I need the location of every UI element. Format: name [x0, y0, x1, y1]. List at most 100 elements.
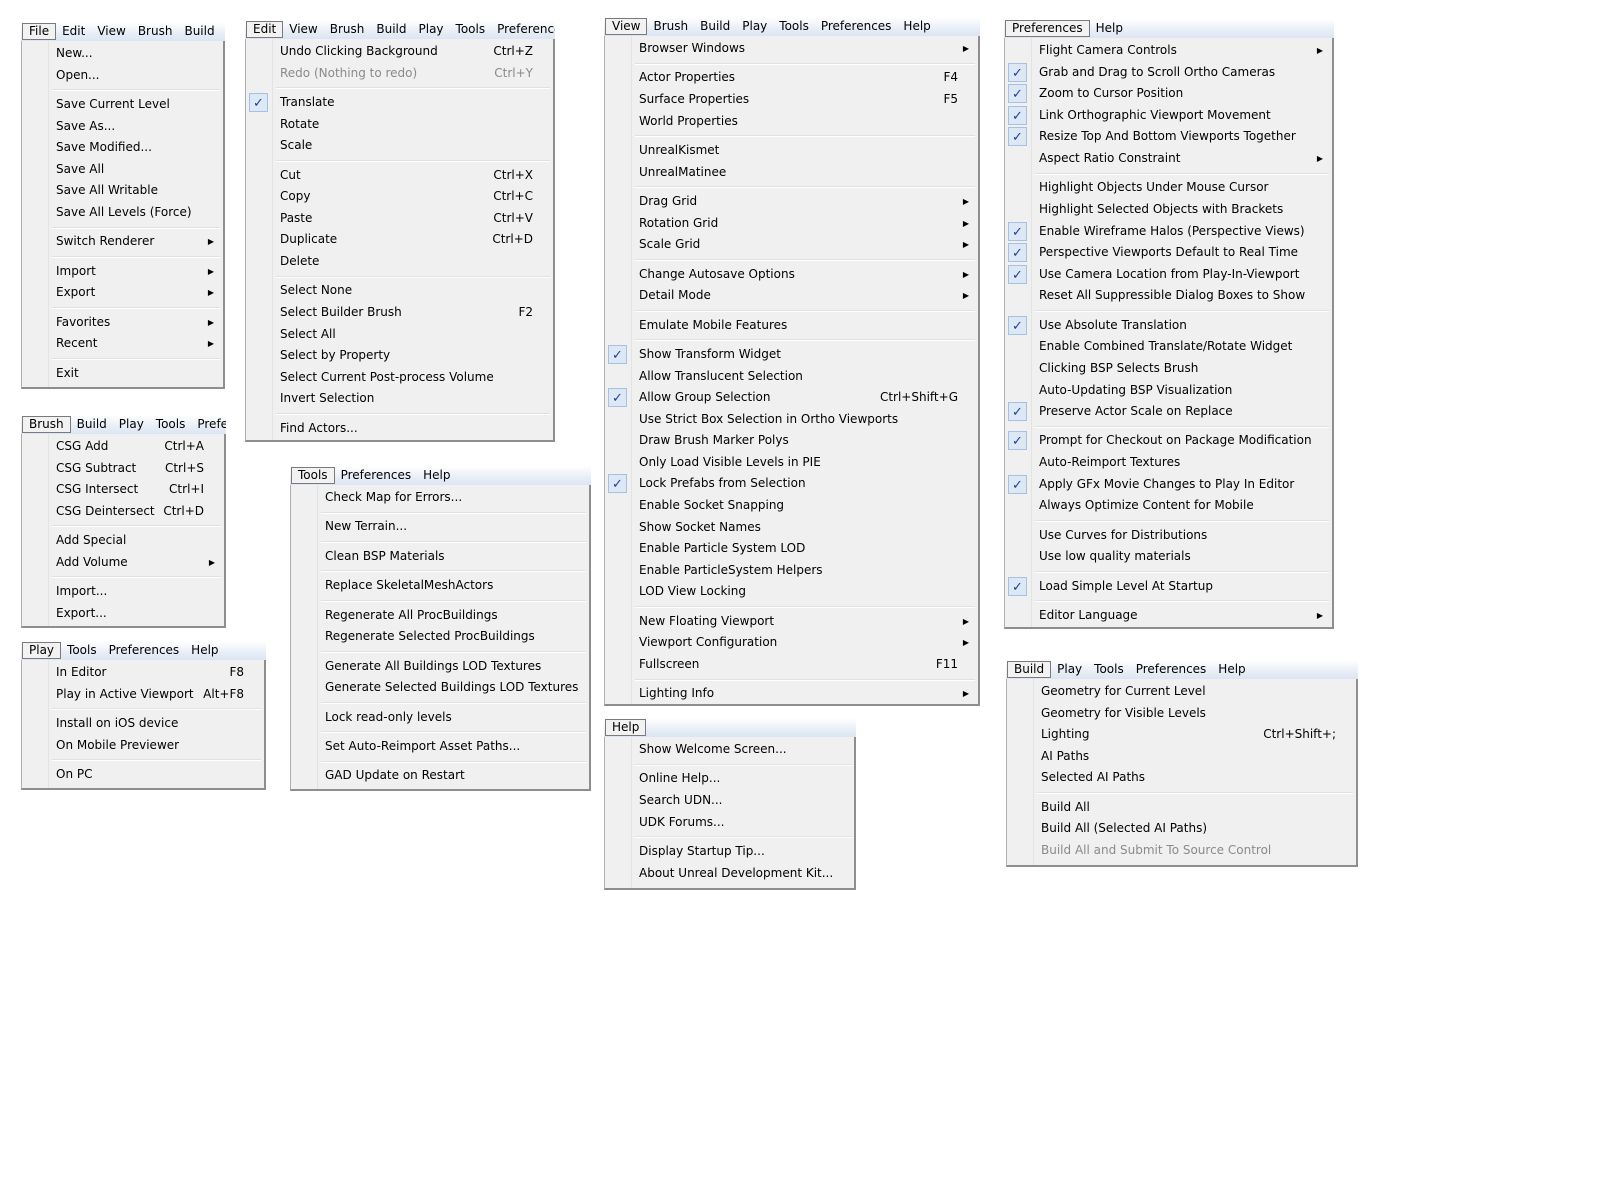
menu-item-exit[interactable]: Exit [22, 363, 223, 385]
menu-item-select-builder-brush[interactable]: Select Builder Brush F2 [246, 302, 553, 324]
menu-item-always-optimize-content-for-mobile[interactable]: Always Optimize Content for Mobile [1005, 495, 1332, 517]
menu-item-delete[interactable]: Delete [246, 251, 553, 273]
menu-item-lighting-info[interactable]: Lighting Info ▶ [605, 683, 978, 705]
menu-item-grab-and-drag-to-scroll-ortho-cameras[interactable]: ✓ Grab and Drag to Scroll Ortho Cameras [1005, 62, 1332, 84]
menu-item-search-udn[interactable]: Search UDN... [605, 790, 854, 812]
menubar-help[interactable]: Help [185, 642, 224, 659]
menu-item-clicking-bsp-selects-brush[interactable]: Clicking BSP Selects Brush [1005, 358, 1332, 380]
menu-item-selected-ai-paths[interactable]: Selected AI Paths [1007, 767, 1356, 789]
menu-item-rotation-grid[interactable]: Rotation Grid ▶ [605, 213, 978, 235]
menubar-brush[interactable]: Brush [647, 18, 694, 35]
menu-item-in-editor[interactable]: In Editor F8 [22, 662, 264, 684]
menubar-brush[interactable]: Brush [132, 23, 179, 40]
menubar-view[interactable]: View [605, 18, 648, 35]
menu-item-prompt-for-checkout-on-package-modification[interactable]: ✓ Prompt for Checkout on Package Modifica… [1005, 430, 1332, 452]
menu-item-save-all-levels-force[interactable]: Save All Levels (Force) [22, 202, 223, 224]
menu-item-show-socket-names[interactable]: Show Socket Names [605, 517, 978, 539]
menu-item-enable-particle-system-lod[interactable]: Enable Particle System LOD [605, 538, 978, 560]
menu-item-duplicate[interactable]: Duplicate Ctrl+D [246, 229, 553, 251]
menubar-play[interactable]: Play [22, 642, 62, 659]
menu-item-emulate-mobile-features[interactable]: Emulate Mobile Features [605, 315, 978, 337]
menu-item-enable-particlesystem-helpers[interactable]: Enable ParticleSystem Helpers [605, 560, 978, 582]
menubar-help[interactable]: Help [605, 719, 647, 736]
menu-item-geometry-for-current-level[interactable]: Geometry for Current Level [1007, 681, 1356, 703]
menu-item-generate-selected-buildings-lod-textures[interactable]: Generate Selected Buildings LOD Textures [291, 677, 589, 699]
menu-item-use-strict-box-selection-in-ortho-viewports[interactable]: Use Strict Box Selection in Ortho Viewpo… [605, 409, 978, 431]
menu-item-apply-gfx-movie-changes-to-play-in-editor[interactable]: ✓ Apply GFx Movie Changes to Play In Edit… [1005, 474, 1332, 496]
menubar-tools[interactable]: Tools [1088, 661, 1130, 678]
menu-item-csg-subtract[interactable]: CSG Subtract Ctrl+S [22, 458, 224, 480]
menubar-file[interactable]: File [22, 23, 57, 40]
menubar-tools[interactable]: Tools [773, 18, 815, 35]
menu-item-unrealmatinee[interactable]: UnrealMatinee [605, 162, 978, 184]
menu-item-import[interactable]: Import... [22, 581, 224, 603]
menu-item-translate[interactable]: ✓ Translate [246, 92, 553, 114]
menubar-tools[interactable]: Tools [450, 21, 492, 38]
menu-item-copy[interactable]: Copy Ctrl+C [246, 186, 553, 208]
menu-item-geometry-for-visible-levels[interactable]: Geometry for Visible Levels [1007, 703, 1356, 725]
menu-item-show-transform-widget[interactable]: ✓ Show Transform Widget [605, 344, 978, 366]
menu-item-lod-view-locking[interactable]: LOD View Locking [605, 581, 978, 603]
menubar-pl[interactable]: Pl [221, 23, 225, 40]
menu-item-enable-combined-translate-rotate-widget[interactable]: Enable Combined Translate/Rotate Widget [1005, 336, 1332, 358]
menu-item-regenerate-all-procbuildings[interactable]: Regenerate All ProcBuildings [291, 605, 589, 627]
menu-item-surface-properties[interactable]: Surface Properties F5 [605, 89, 978, 111]
menubar-edit[interactable]: Edit [56, 23, 91, 40]
menu-item-export[interactable]: Export ▶ [22, 282, 223, 304]
menu-item-new-floating-viewport[interactable]: New Floating Viewport ▶ [605, 611, 978, 633]
menubar-build[interactable]: Build [71, 416, 113, 433]
menu-item-lock-prefabs-from-selection[interactable]: ✓ Lock Prefabs from Selection [605, 473, 978, 495]
menubar-help[interactable]: Help [1212, 661, 1251, 678]
menubar-build[interactable]: Build [694, 18, 736, 35]
menubar-tools[interactable]: Tools [61, 642, 103, 659]
menu-item-recent[interactable]: Recent ▶ [22, 333, 223, 355]
menubar-help[interactable]: Help [417, 467, 456, 484]
menu-item-save-modified[interactable]: Save Modified... [22, 137, 223, 159]
menu-item-preserve-actor-scale-on-replace[interactable]: ✓ Preserve Actor Scale on Replace [1005, 401, 1332, 423]
menubar-preferences[interactable]: Preferences [1130, 661, 1213, 678]
menu-item-enable-wireframe-halos-perspective-views[interactable]: ✓ Enable Wireframe Halos (Perspective Vie… [1005, 221, 1332, 243]
menu-item-scale-grid[interactable]: Scale Grid ▶ [605, 234, 978, 256]
menu-item-aspect-ratio-constraint[interactable]: Aspect Ratio Constraint ▶ [1005, 148, 1332, 170]
menu-item-perspective-viewports-default-to-real-time[interactable]: ✓ Perspective Viewports Default to Real T… [1005, 242, 1332, 264]
menubar-preferences[interactable]: Preferences [815, 18, 898, 35]
menu-item-draw-brush-marker-polys[interactable]: Draw Brush Marker Polys [605, 430, 978, 452]
menu-item-new[interactable]: New... [22, 43, 223, 65]
menu-item-export[interactable]: Export... [22, 603, 224, 625]
menubar-build[interactable]: Build [178, 23, 220, 40]
menu-item-detail-mode[interactable]: Detail Mode ▶ [605, 285, 978, 307]
menubar-prefere[interactable]: Prefere [191, 416, 226, 433]
menu-item-save-all[interactable]: Save All [22, 159, 223, 181]
menubar-help[interactable]: Help [1090, 20, 1129, 37]
menu-item-lighting[interactable]: Lighting Ctrl+Shift+; [1007, 724, 1356, 746]
menu-item-gad-update-on-restart[interactable]: GAD Update on Restart [291, 765, 589, 787]
menu-item-install-on-ios-device[interactable]: Install on iOS device [22, 713, 264, 735]
menu-item-favorites[interactable]: Favorites ▶ [22, 312, 223, 334]
menu-item-use-low-quality-materials[interactable]: Use low quality materials [1005, 546, 1332, 568]
menu-item-highlight-selected-objects-with-brackets[interactable]: Highlight Selected Objects with Brackets [1005, 199, 1332, 221]
menu-item-save-as[interactable]: Save As... [22, 116, 223, 138]
menubar-help[interactable]: Help [897, 18, 936, 35]
menu-item-scale[interactable]: Scale [246, 135, 553, 157]
menu-item-open[interactable]: Open... [22, 65, 223, 87]
menu-item-undo-clicking-background[interactable]: Undo Clicking Background Ctrl+Z [246, 41, 553, 63]
menu-item-display-startup-tip[interactable]: Display Startup Tip... [605, 841, 854, 863]
menu-item-check-map-for-errors[interactable]: Check Map for Errors... [291, 487, 589, 509]
menu-item-fullscreen[interactable]: Fullscreen F11 [605, 654, 978, 676]
menu-item-build-all-selected-ai-paths[interactable]: Build All (Selected AI Paths) [1007, 818, 1356, 840]
menu-item-replace-skeletalmeshactors[interactable]: Replace SkeletalMeshActors [291, 575, 589, 597]
menubar-build[interactable]: Build [370, 21, 412, 38]
menubar-tools[interactable]: Tools [291, 467, 335, 484]
menu-item-use-absolute-translation[interactable]: ✓ Use Absolute Translation [1005, 315, 1332, 337]
menu-item-allow-translucent-selection[interactable]: Allow Translucent Selection [605, 366, 978, 388]
menu-item-allow-group-selection[interactable]: ✓ Allow Group Selection Ctrl+Shift+G [605, 387, 978, 409]
menubar-play[interactable]: Play [113, 416, 150, 433]
menu-item-only-load-visible-levels-in-pie[interactable]: Only Load Visible Levels in PIE [605, 452, 978, 474]
menu-item-select-all[interactable]: Select All [246, 324, 553, 346]
menubar-brush[interactable]: Brush [22, 416, 71, 433]
menu-item-switch-renderer[interactable]: Switch Renderer ▶ [22, 231, 223, 253]
menu-item-editor-language[interactable]: Editor Language ▶ [1005, 605, 1332, 627]
menu-item-flight-camera-controls[interactable]: Flight Camera Controls ▶ [1005, 40, 1332, 62]
menu-item-link-orthographic-viewport-movement[interactable]: ✓ Link Orthographic Viewport Movement [1005, 105, 1332, 127]
menu-item-on-pc[interactable]: On PC [22, 764, 264, 786]
